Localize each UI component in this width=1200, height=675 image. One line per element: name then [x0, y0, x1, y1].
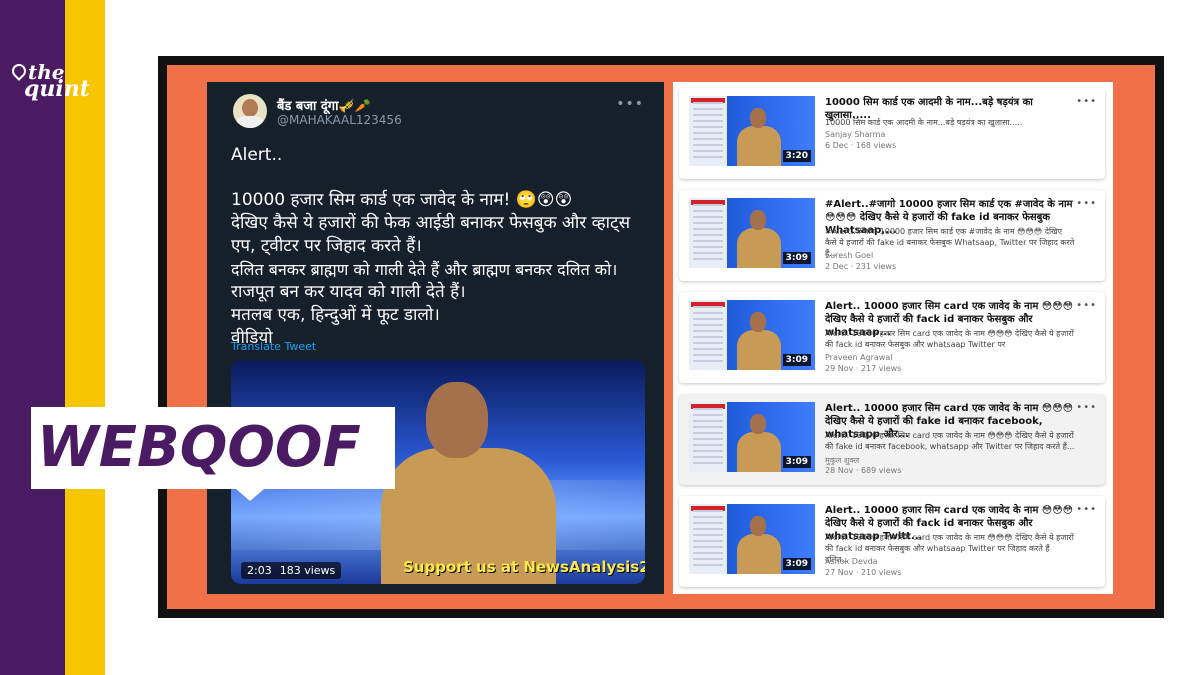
video-description: Alert.. 10000 हजार सिम card एक जावेद के … — [825, 329, 1074, 349]
tweet-author-handle[interactable]: @MAHAKAAL123456 — [277, 113, 402, 127]
more-options-icon[interactable]: ••• — [1076, 96, 1097, 107]
video-meta: 28 Nov · 689 views — [825, 466, 902, 475]
webqoof-badge: WEBQOOF — [31, 407, 395, 501]
tweet-line: राजपूत बन कर यादव को गाली देते हैं। — [231, 282, 466, 302]
video-thumbnail[interactable]: 3:20 — [689, 96, 815, 166]
video-meta: 6 Dec · 168 views — [825, 141, 897, 150]
video-meta: 27 Nov · 210 views — [825, 568, 902, 577]
tweet-line: Alert.. — [231, 145, 283, 165]
webqoof-label: WEBQOOF — [37, 415, 361, 480]
tweet-card[interactable]: बैंड बजा दूंगा🎺🥕 @MAHAKAAL123456 ••• Ale… — [207, 82, 664, 594]
video-results-list: 3:20 10000 सिम कार्ड एक आदमी के नाम...बड… — [673, 82, 1113, 594]
video-thumbnail[interactable]: 3:09 — [689, 300, 815, 370]
more-options-icon[interactable]: ••• — [1076, 504, 1097, 515]
badge-notch — [236, 489, 264, 501]
tweet-text: Alert.. 10000 हजार सिम कार्ड एक जावेद के… — [231, 144, 651, 350]
more-options-icon[interactable]: ••• — [1076, 198, 1097, 209]
video-duration: 3:09 — [782, 558, 811, 570]
tweet-line: एप, ट्वीटर पर जिहाद करते हैं। — [231, 236, 422, 256]
translate-tweet-link[interactable]: Translate Tweet — [231, 340, 316, 353]
avatar-shirt — [236, 116, 264, 128]
video-thumbnail[interactable]: 3:09 — [689, 402, 815, 472]
video-description: 10000 सिम कार्ड एक आदमी के नाम...बड़े षड… — [825, 118, 1023, 127]
video-duration: 3:09 — [782, 252, 811, 264]
video-result-card[interactable]: 3:20 10000 सिम कार्ड एक आदमी के नाम...बड… — [679, 88, 1105, 179]
video-presenter-head — [426, 382, 488, 458]
video-result-card[interactable]: 3:09 Alert.. 10000 हजार सिम card एक जावे… — [679, 292, 1105, 383]
avatar[interactable] — [233, 94, 267, 128]
tweet-line: मतलब एक, हिन्दुओं में फूट डालो। — [231, 305, 440, 325]
video-author[interactable]: Sanjay Sharma — [825, 130, 885, 139]
video-author[interactable]: मुकुल शुक्ल — [825, 455, 859, 466]
video-meta: 2 Dec · 231 views — [825, 262, 897, 271]
video-description: Alert.. 10000 हजार सिम card एक जावेद के … — [825, 431, 1075, 451]
video-result-card[interactable]: 3:09 Alert.. 10000 हजार सिम card एक जावे… — [679, 394, 1105, 485]
video-duration: 3:09 — [782, 456, 811, 468]
tweet-line: 10000 हजार सिम कार्ड एक जावेद के नाम! 🙄😲… — [231, 190, 573, 210]
video-result-card[interactable]: 3:09 Alert.. 10000 हजार सिम card एक जावे… — [679, 496, 1105, 587]
video-duration: 2:03 — [247, 564, 272, 577]
tweet-line: देखिए कैसे ये हजारों की फेक आईडी बनाकर फ… — [231, 213, 631, 233]
video-meta: 29 Nov · 217 views — [825, 364, 902, 373]
tweet-line: दलित बनकर ब्राह्मण को गाली देते हैं और ब… — [231, 260, 618, 279]
video-duration: 3:09 — [782, 354, 811, 366]
video-author[interactable]: Ashok Devda — [825, 557, 878, 566]
video-thumbnail[interactable]: 3:09 — [689, 198, 815, 268]
video-result-card[interactable]: 3:09 #Alert..#जागो 10000 हजार सिम कार्ड … — [679, 190, 1105, 281]
more-options-icon[interactable]: ••• — [1076, 402, 1097, 413]
more-options-icon[interactable]: ••• — [1076, 300, 1097, 311]
the-quint-logo: the quint — [9, 61, 94, 112]
video-duration: 3:20 — [782, 150, 811, 162]
avatar-face — [242, 99, 258, 117]
logo-line2: quint — [24, 76, 90, 102]
tweet-author-name[interactable]: बैंड बजा दूंगा🎺🥕 — [277, 96, 371, 114]
more-options-icon[interactable]: ••• — [616, 96, 644, 112]
video-views: 183 views — [279, 564, 336, 577]
video-overlay-text: Support us at NewsAnalysis24 — [403, 558, 645, 576]
video-thumbnail[interactable]: 3:09 — [689, 504, 815, 574]
video-author[interactable]: Suresh Goel — [825, 251, 873, 260]
video-author[interactable]: Praveen Agrawal — [825, 353, 892, 362]
video-stats: 2:03 183 views — [241, 562, 342, 579]
